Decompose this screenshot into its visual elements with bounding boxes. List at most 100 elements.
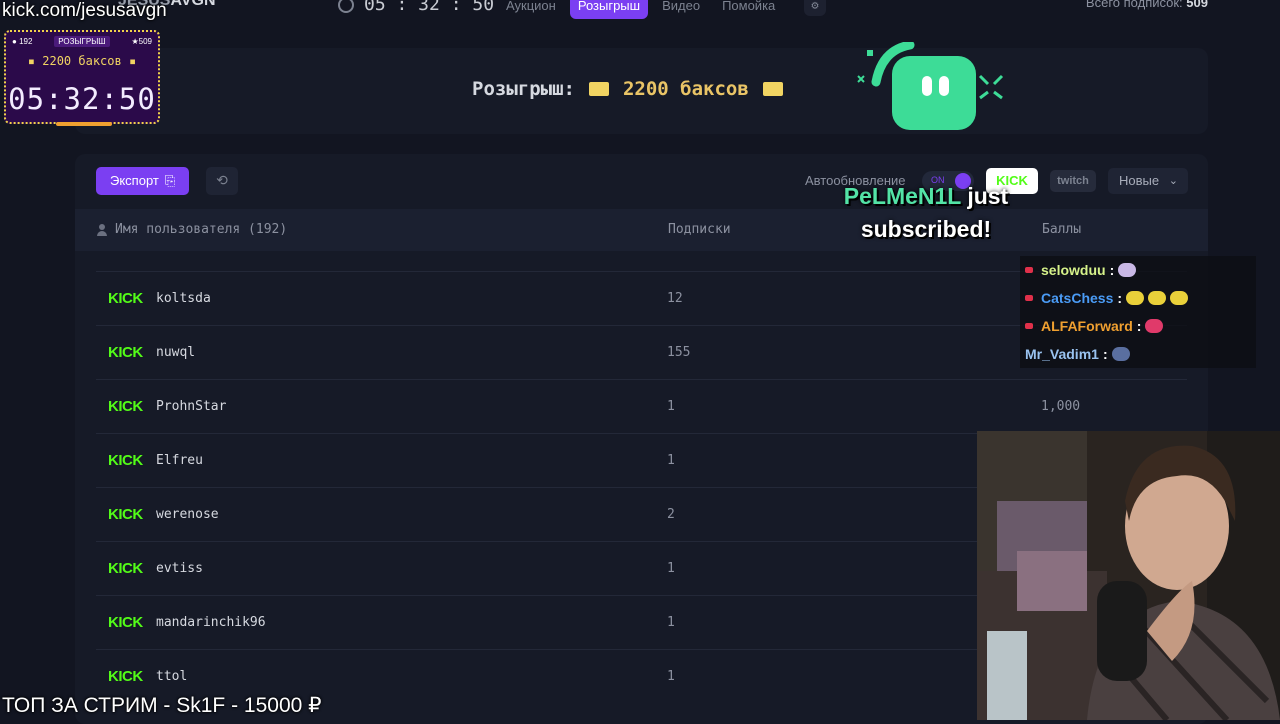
sub-count: 12 (667, 291, 683, 306)
tab-giveaway[interactable]: Розыгрыш (569, 0, 649, 19)
chat-user: ALFAForward (1041, 318, 1133, 334)
mascot-icon (852, 40, 1008, 134)
tab-auction[interactable]: Аукцион (498, 0, 564, 19)
username: ttol (156, 669, 188, 684)
total-subs: Всего подписок: 509 (1086, 0, 1208, 10)
top-nav: JESUSAVGN 05 : 32 : 50 Аукцион Розыгрыш … (0, 0, 1280, 22)
chat-user: Mr_Vadim1 (1025, 346, 1099, 362)
clock-icon (338, 0, 354, 13)
sub-count: 2 (667, 507, 675, 522)
chat-colon: : (1117, 290, 1123, 306)
sub-count: 1 (667, 615, 675, 630)
username: ProhnStar (156, 399, 227, 414)
kick-icon: KICK (108, 344, 143, 361)
gear-icon[interactable]: ⚙ (804, 0, 826, 16)
username: Elfreu (156, 453, 203, 468)
table-header: Имя пользователя (192) Подписки Баллы (75, 209, 1208, 251)
sub-badge-icon (1025, 267, 1033, 273)
kick-icon: KICK (108, 506, 143, 523)
export-label: Экспорт (110, 173, 159, 188)
kick-icon: KICK (108, 290, 143, 307)
giveaway-prefix: Розыгрыш: (472, 78, 575, 100)
countdown-timer: 05 : 32 : 50 (338, 0, 494, 15)
chevron-down-icon: ⌄ (1168, 175, 1178, 187)
brand-name: AVGN (170, 0, 216, 9)
refresh-icon[interactable]: ⟲ (206, 167, 238, 195)
sub-count: 1 (667, 399, 675, 414)
stream-url-overlay: kick.com/jesusavgn (2, 0, 167, 21)
chat-user: CatsChess (1041, 290, 1114, 306)
chat-colon: : (1102, 346, 1108, 362)
total-subs-label: Всего подписок: (1085, 0, 1183, 10)
widget-subs: ★509 (131, 37, 152, 46)
giveaway-amount: 2200 баксов (622, 78, 749, 100)
chat-colon: : (1136, 318, 1142, 334)
kick-icon: KICK (108, 614, 143, 631)
widget-subs-value: 509 (138, 37, 152, 46)
timer-value: 05 : 32 : 50 (364, 0, 495, 15)
chat-colon: : (1109, 262, 1115, 278)
username: koltsda (156, 291, 211, 306)
top-donation-overlay: ТОП ЗА СТРИМ - Sk1F - 15000 ₽ (2, 694, 322, 717)
username: werenose (156, 507, 219, 522)
username: nuwql (156, 345, 196, 360)
points: 1,000 (1041, 399, 1081, 414)
sort-value: Новые (1119, 173, 1160, 188)
kick-icon: KICK (108, 668, 143, 685)
widget-prize-value: 2200 баксов (42, 54, 122, 68)
alert-text-1: just (967, 183, 1009, 209)
kick-icon: KICK (108, 398, 143, 415)
webcam-feed (977, 431, 1280, 720)
emote-icon (1148, 291, 1167, 305)
widget-count-value: 192 (19, 37, 33, 46)
chat-user: selowduu (1041, 262, 1106, 278)
user-icon (97, 223, 107, 236)
file-icon: ⎘ (164, 173, 176, 188)
sort-select[interactable]: Новые ⌄ (1108, 168, 1188, 194)
widget-timer: 05:32:50 (8, 82, 156, 116)
giveaway-title: Розыгрыш: 2200 баксов (472, 78, 783, 100)
chat-message: Mr_Vadim1 : (1025, 346, 1130, 362)
widget-count: ● 192 (12, 37, 33, 46)
chat-message: selowduu : (1025, 262, 1137, 278)
col-points[interactable]: Баллы (1042, 222, 1081, 237)
sub-badge-icon (1025, 323, 1033, 329)
col-subs[interactable]: Подписки (668, 222, 731, 237)
sub-count: 155 (667, 345, 691, 360)
cash-icon (762, 82, 783, 96)
alert-text-2: subscribed! (860, 216, 992, 242)
filter-twitch-button[interactable]: twitch (1050, 170, 1096, 192)
tab-video[interactable]: Видео (654, 0, 708, 19)
giveaway-widget: ● 192 РОЗЫГРЫШ ★509 ▪ 2200 баксов ▪ 05:3… (4, 30, 160, 126)
widget-header: ● 192 РОЗЫГРЫШ ★509 (12, 36, 152, 47)
sub-badge-icon (1025, 295, 1033, 301)
tab-dump[interactable]: Помойка (714, 0, 783, 19)
username: mandarinchik96 (156, 615, 266, 630)
nav-tabs: Аукцион Розыгрыш Видео Помойка (498, 0, 783, 19)
alert-username: PeLMeN1L (843, 183, 961, 209)
table-row[interactable]: KICK ProhnStar 1 1,000 (96, 379, 1187, 433)
emote-icon (1118, 263, 1137, 277)
cash-icon (588, 82, 609, 96)
widget-progress (56, 122, 112, 126)
kick-icon: KICK (108, 560, 143, 577)
widget-prize: ▪ 2200 баксов ▪ (27, 54, 137, 68)
emote-icon (1126, 291, 1145, 305)
col-user-label: Имя пользователя (192) (115, 222, 288, 237)
sub-count: 1 (667, 561, 675, 576)
emote-icon (1111, 347, 1130, 361)
chat-message: ALFAForward : (1025, 318, 1164, 334)
total-subs-value: 509 (1186, 0, 1208, 10)
emote-icon (1170, 291, 1189, 305)
username: evtiss (156, 561, 203, 576)
kick-icon: KICK (108, 452, 143, 469)
widget-label: РОЗЫГРЫШ (54, 36, 110, 47)
chat-message: CatsChess : (1025, 290, 1189, 306)
export-button[interactable]: Экспорт ⎘ (96, 167, 190, 195)
sub-count: 1 (667, 453, 675, 468)
col-user[interactable]: Имя пользователя (192) (97, 222, 287, 237)
subscription-alert: PeLMeN1L just subscribed! (826, 180, 1026, 246)
emote-icon (1145, 319, 1164, 333)
chat-overlay: selowduu : CatsChess : ALFAForward : Mr_… (1020, 256, 1256, 368)
sub-count: 1 (667, 669, 675, 684)
